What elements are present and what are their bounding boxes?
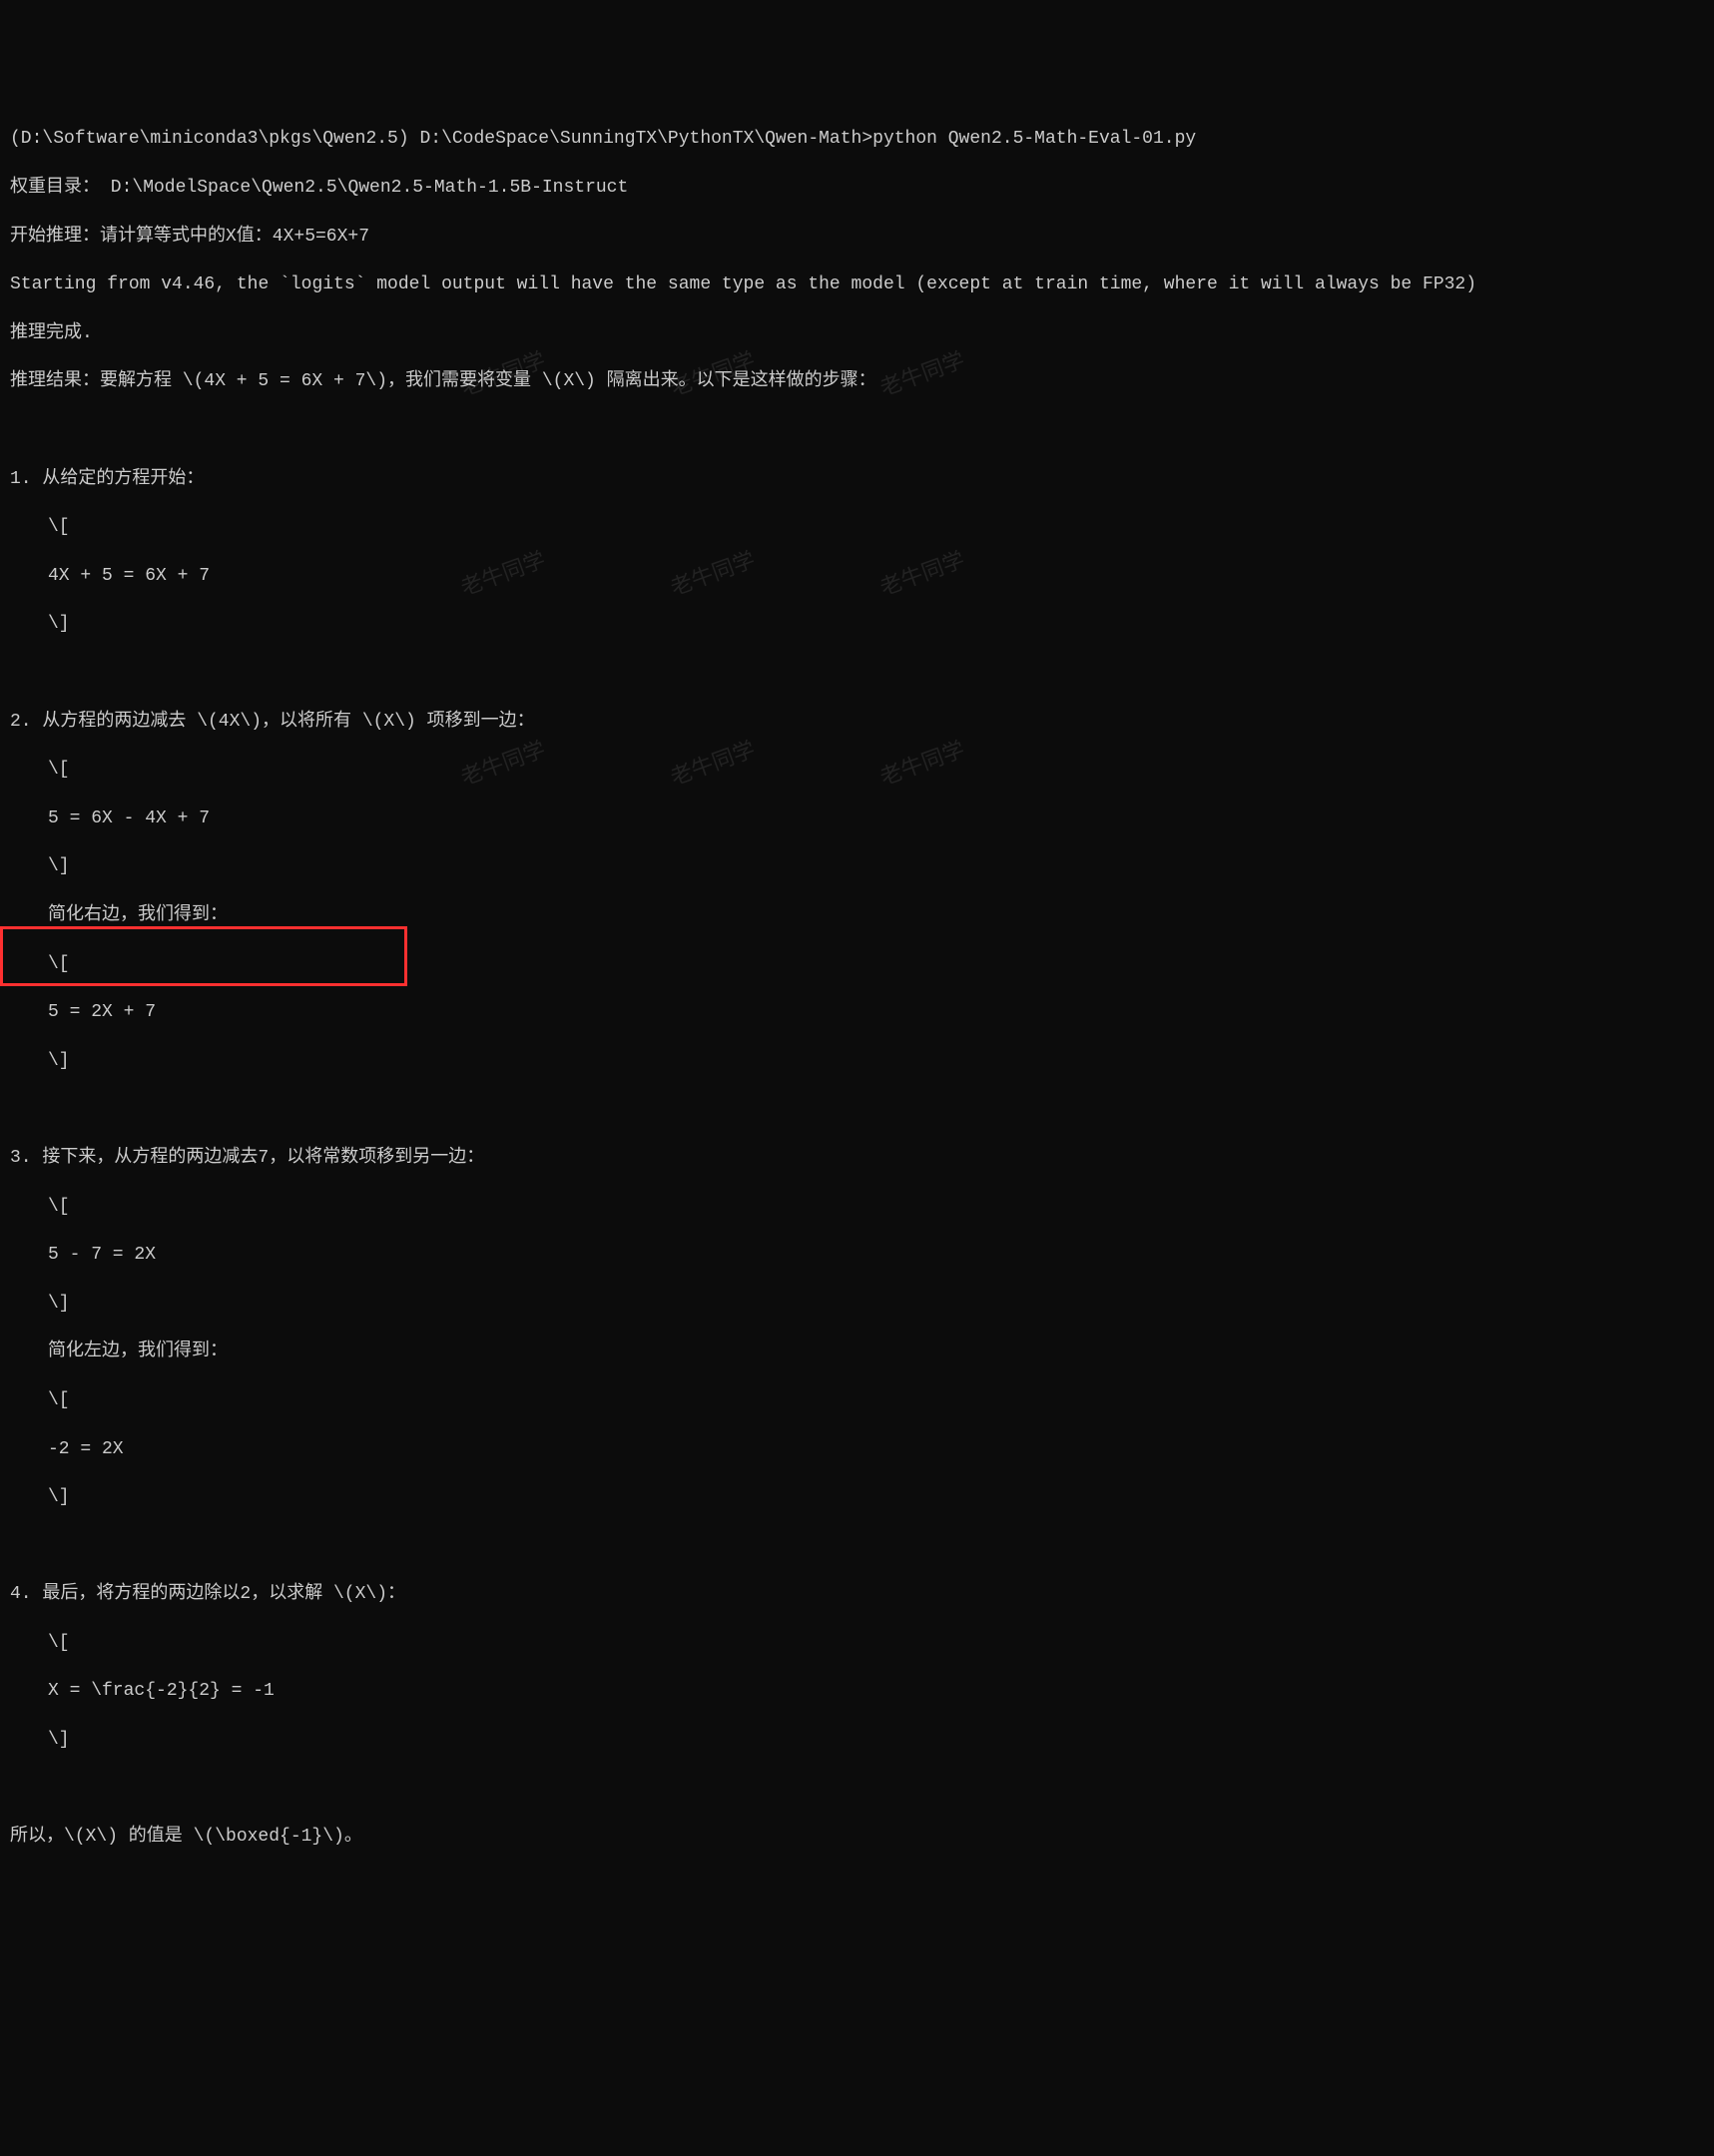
blank-line <box>10 418 1704 442</box>
step2-close2: \] <box>10 1049 1704 1073</box>
conclusion-line: 所以，\(X\) 的值是 \(\boxed{-1}\)。 <box>10 1825 1704 1849</box>
step1-close: \] <box>10 612 1704 636</box>
step2-open2: \[ <box>10 952 1704 976</box>
blank-line <box>10 661 1704 685</box>
warning-line: Starting from v4.46, the `logits` model … <box>10 272 1704 296</box>
start-infer-line: 开始推理：请计算等式中的X值：4X+5=6X+7 <box>10 225 1704 249</box>
infer-result-intro: 推理结果：要解方程 \(4X + 5 = 6X + 7\)，我们需要将变量 \(… <box>10 369 1704 393</box>
step1-open: \[ <box>10 515 1704 539</box>
step3-open: \[ <box>10 1195 1704 1219</box>
step4-header: 4. 最后，将方程的两边除以2，以求解 \(X\)： <box>10 1582 1704 1606</box>
step3-open2: \[ <box>10 1388 1704 1412</box>
step3-eq1: 5 - 7 = 2X <box>10 1243 1704 1267</box>
step4-open: \[ <box>10 1631 1704 1655</box>
step2-close1: \] <box>10 854 1704 878</box>
blank-line <box>10 1777 1704 1801</box>
step4-eq: X = \frac{-2}{2} = -1 <box>10 1679 1704 1703</box>
step3-simplify: 简化左边，我们得到： <box>10 1340 1704 1363</box>
terminal-output[interactable]: (D:\Software\miniconda3\pkgs\Qwen2.5) D:… <box>10 103 1704 1874</box>
weight-dir-line: 权重目录： D:\ModelSpace\Qwen2.5\Qwen2.5-Math… <box>10 176 1704 200</box>
step1-eq: 4X + 5 = 6X + 7 <box>10 564 1704 588</box>
prompt-line: (D:\Software\miniconda3\pkgs\Qwen2.5) D:… <box>10 127 1704 151</box>
step3-eq2: -2 = 2X <box>10 1437 1704 1461</box>
blank-line <box>10 1534 1704 1558</box>
step3-close2: \] <box>10 1485 1704 1509</box>
step4-close: \] <box>10 1728 1704 1752</box>
step3-header: 3. 接下来，从方程的两边减去7，以将常数项移到另一边： <box>10 1146 1704 1170</box>
step3-close1: \] <box>10 1292 1704 1316</box>
step2-open: \[ <box>10 758 1704 782</box>
blank-line <box>10 1097 1704 1121</box>
step1-header: 1. 从给定的方程开始： <box>10 467 1704 491</box>
step2-header: 2. 从方程的两边减去 \(4X\)，以将所有 \(X\) 项移到一边： <box>10 710 1704 734</box>
infer-done-line: 推理完成. <box>10 321 1704 345</box>
step2-eq2: 5 = 2X + 7 <box>10 1000 1704 1024</box>
step2-simplify: 简化右边，我们得到： <box>10 903 1704 927</box>
step2-eq1: 5 = 6X - 4X + 7 <box>10 807 1704 830</box>
